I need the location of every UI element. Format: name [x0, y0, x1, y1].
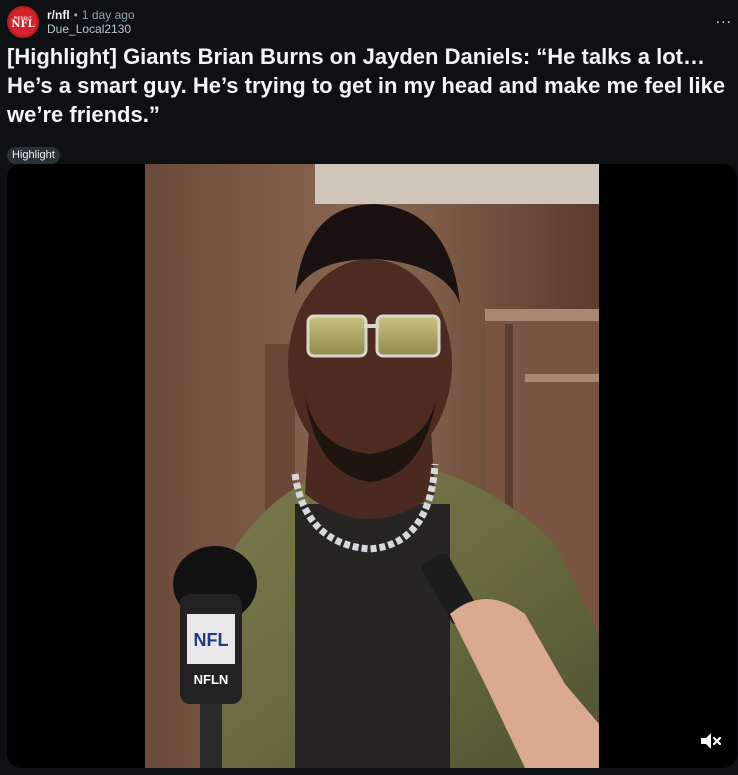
ceiling: [315, 164, 599, 204]
post-title[interactable]: [Highlight] Giants Brian Burns on Jayden…: [7, 42, 727, 129]
post-age: 1 day ago: [81, 8, 135, 22]
mute-button[interactable]: [697, 728, 723, 754]
post-flair[interactable]: Highlight: [7, 147, 60, 164]
video-player[interactable]: NFL NFLN: [7, 164, 737, 768]
speaker-muted-icon: [701, 733, 722, 749]
face: [288, 259, 452, 469]
video-frame[interactable]: NFL NFLN: [145, 164, 599, 768]
post-header: REDDIT NFL r/nfl • 1 day ago Due_Local21…: [7, 5, 738, 41]
subreddit-link[interactable]: r/nfl: [47, 8, 70, 22]
mic-brand-text: NFLN: [194, 672, 229, 687]
meta-separator: •: [73, 8, 78, 22]
post-meta: r/nfl • 1 day ago Due_Local2130: [47, 8, 135, 36]
video-frame-image: NFL NFLN: [145, 164, 599, 768]
black-shirt: [295, 504, 450, 768]
more-options-button[interactable]: ...: [716, 11, 732, 27]
avatar-main-text: NFL: [11, 18, 35, 30]
mic-logo-text: NFL: [194, 630, 229, 650]
meta-row: r/nfl • 1 day ago: [47, 8, 135, 22]
author-link[interactable]: Due_Local2130: [47, 22, 135, 36]
subreddit-avatar[interactable]: REDDIT NFL: [7, 6, 39, 38]
reddit-post: REDDIT NFL r/nfl • 1 day ago Due_Local21…: [0, 0, 738, 775]
